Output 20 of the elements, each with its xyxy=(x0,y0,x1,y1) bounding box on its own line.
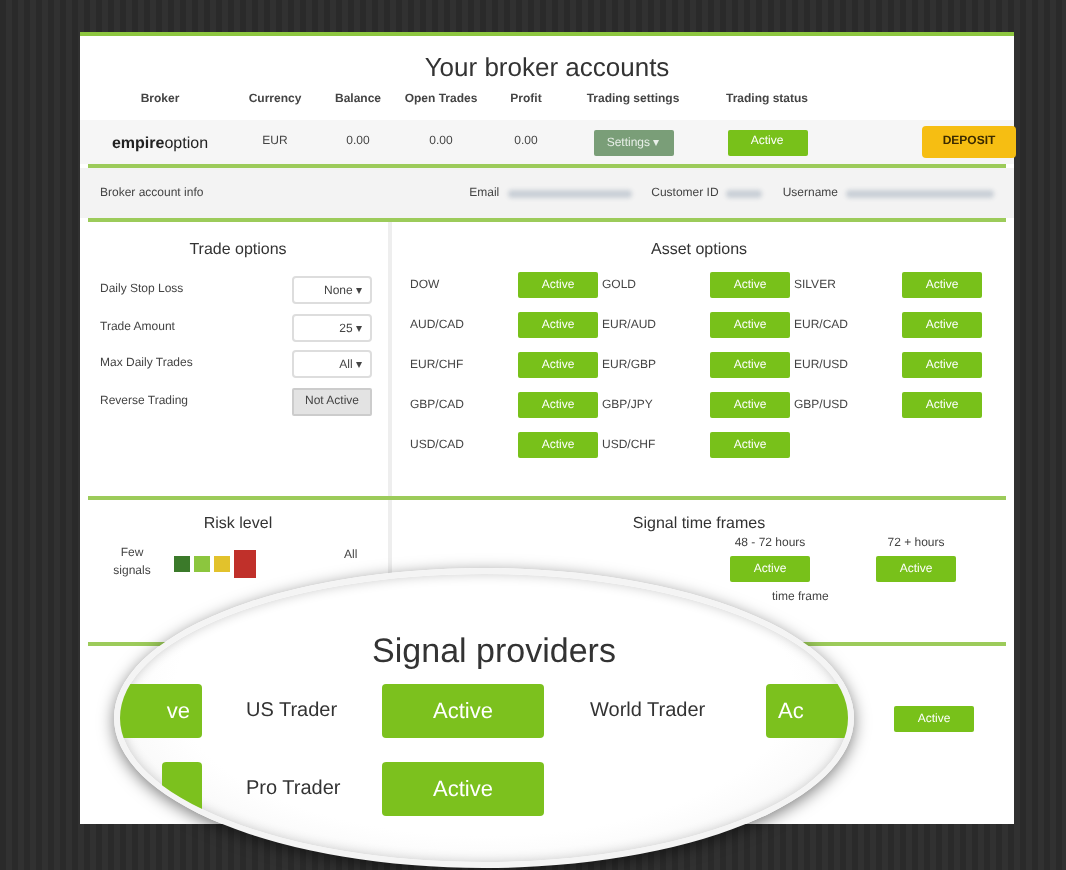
risk-segment[interactable] xyxy=(174,556,190,572)
section-title: Asset options xyxy=(648,238,750,262)
status-button[interactable]: Active xyxy=(382,684,544,738)
risk-segment[interactable] xyxy=(194,556,210,572)
page-title: Your broker accounts xyxy=(422,50,672,86)
section-title: Signal time frames xyxy=(630,512,768,536)
risk-segment[interactable] xyxy=(214,556,230,572)
provider-label: US Trader xyxy=(244,700,340,722)
section-title: Risk level xyxy=(201,512,275,536)
status-button[interactable]: Ac xyxy=(766,684,848,738)
risk-segment[interactable] xyxy=(234,550,256,578)
broker-logo: empireoption xyxy=(111,133,209,151)
blurred-value xyxy=(726,189,763,197)
blurred-value xyxy=(507,189,632,197)
section-title: Signal providers xyxy=(370,632,618,672)
status-button[interactable]: Active xyxy=(382,762,544,816)
status-button[interactable]: ve xyxy=(120,684,202,738)
provider-label: World Trader xyxy=(588,700,708,722)
provider-label: Pro Trader xyxy=(244,778,343,800)
section-title: Trade options xyxy=(187,238,289,262)
